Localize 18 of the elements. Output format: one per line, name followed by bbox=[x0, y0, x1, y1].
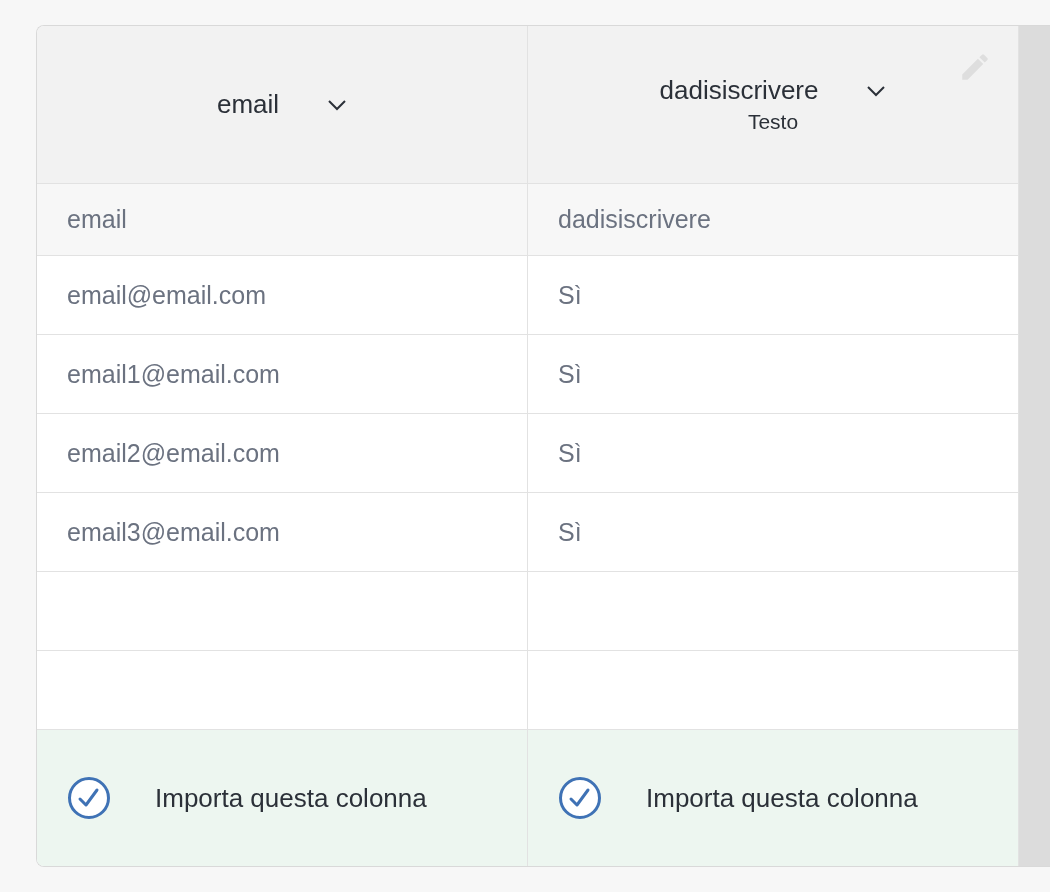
table-cell: Sì bbox=[558, 359, 582, 389]
column-type-dropdown[interactable]: email bbox=[216, 89, 348, 120]
source-header-cell: dadisiscrivere bbox=[528, 184, 1019, 256]
chevron-down-icon bbox=[327, 98, 348, 111]
source-header-cell: email bbox=[37, 184, 528, 256]
table-cell: Sì bbox=[558, 280, 582, 310]
table-cell: email1@email.com bbox=[67, 359, 280, 389]
table-cell: email@email.com bbox=[67, 280, 267, 310]
table-cell: Sì bbox=[558, 517, 582, 547]
scrollbar[interactable] bbox=[1019, 26, 1050, 866]
chevron-down-icon bbox=[866, 84, 887, 97]
import-column-checkbox[interactable]: Importa questa colonna bbox=[558, 776, 918, 820]
column-type-dropdown[interactable]: dadisiscrivere bbox=[659, 75, 887, 106]
import-column-checkbox[interactable]: Importa questa colonna bbox=[67, 776, 427, 820]
table-cell: email2@email.com bbox=[67, 438, 280, 468]
table-cell: Sì bbox=[558, 438, 582, 468]
column-type-label: Testo bbox=[747, 110, 799, 134]
table-cell: email3@email.com bbox=[67, 517, 280, 547]
